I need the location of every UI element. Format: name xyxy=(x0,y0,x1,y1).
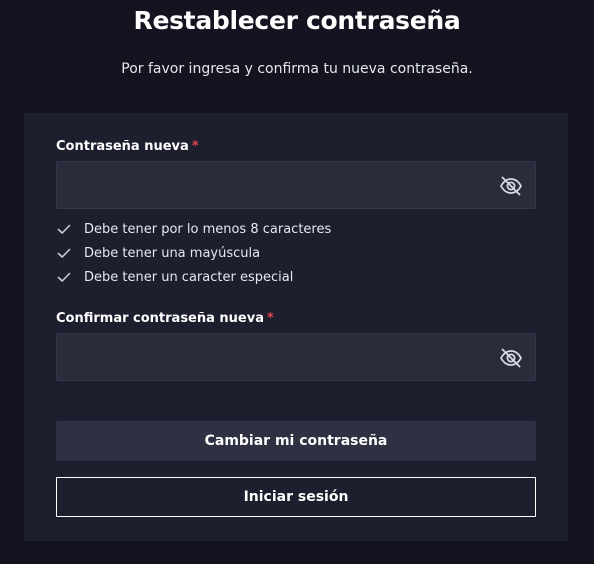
password-rule-text: Debe tener un caracter especial xyxy=(84,269,294,285)
page-title: Restablecer contraseña xyxy=(133,6,461,35)
password-rule: Debe tener un caracter especial xyxy=(56,265,331,289)
new-password-field xyxy=(56,161,536,209)
new-password-label: Contraseña nueva * xyxy=(56,139,199,154)
password-rule-text: Debe tener una mayúscula xyxy=(84,245,261,261)
password-rule-text: Debe tener por lo menos 8 caracteres xyxy=(84,221,332,237)
reset-password-page: Restablecer contraseña Por favor ingresa… xyxy=(0,0,594,564)
required-marker: * xyxy=(267,311,274,326)
login-button[interactable]: Iniciar sesión xyxy=(56,477,536,517)
check-icon xyxy=(57,224,71,234)
confirm-password-input[interactable] xyxy=(57,334,487,380)
eye-slash-icon[interactable] xyxy=(499,174,523,198)
eye-slash-icon[interactable] xyxy=(499,346,523,370)
required-marker: * xyxy=(191,139,199,154)
reset-password-card: Contraseña nueva * Debe tener por lo meno… xyxy=(24,113,568,541)
password-rules-list: Debe tener por lo menos 8 caracteres Deb… xyxy=(56,217,331,289)
new-password-label-text: Contraseña nueva xyxy=(56,139,189,154)
change-password-button[interactable]: Cambiar mi contraseña xyxy=(56,421,536,461)
password-rule: Debe tener una mayúscula xyxy=(56,241,331,265)
check-icon xyxy=(57,272,71,282)
confirm-password-label-text: Confirmar contraseña nueva xyxy=(56,311,264,326)
check-icon xyxy=(57,248,71,258)
confirm-password-label: Confirmar contraseña nueva * xyxy=(56,311,274,326)
password-rule: Debe tener por lo menos 8 caracteres xyxy=(56,217,331,241)
confirm-password-field xyxy=(56,333,536,381)
new-password-input[interactable] xyxy=(57,162,487,208)
page-subtitle: Por favor ingresa y confirma tu nueva co… xyxy=(121,61,473,77)
